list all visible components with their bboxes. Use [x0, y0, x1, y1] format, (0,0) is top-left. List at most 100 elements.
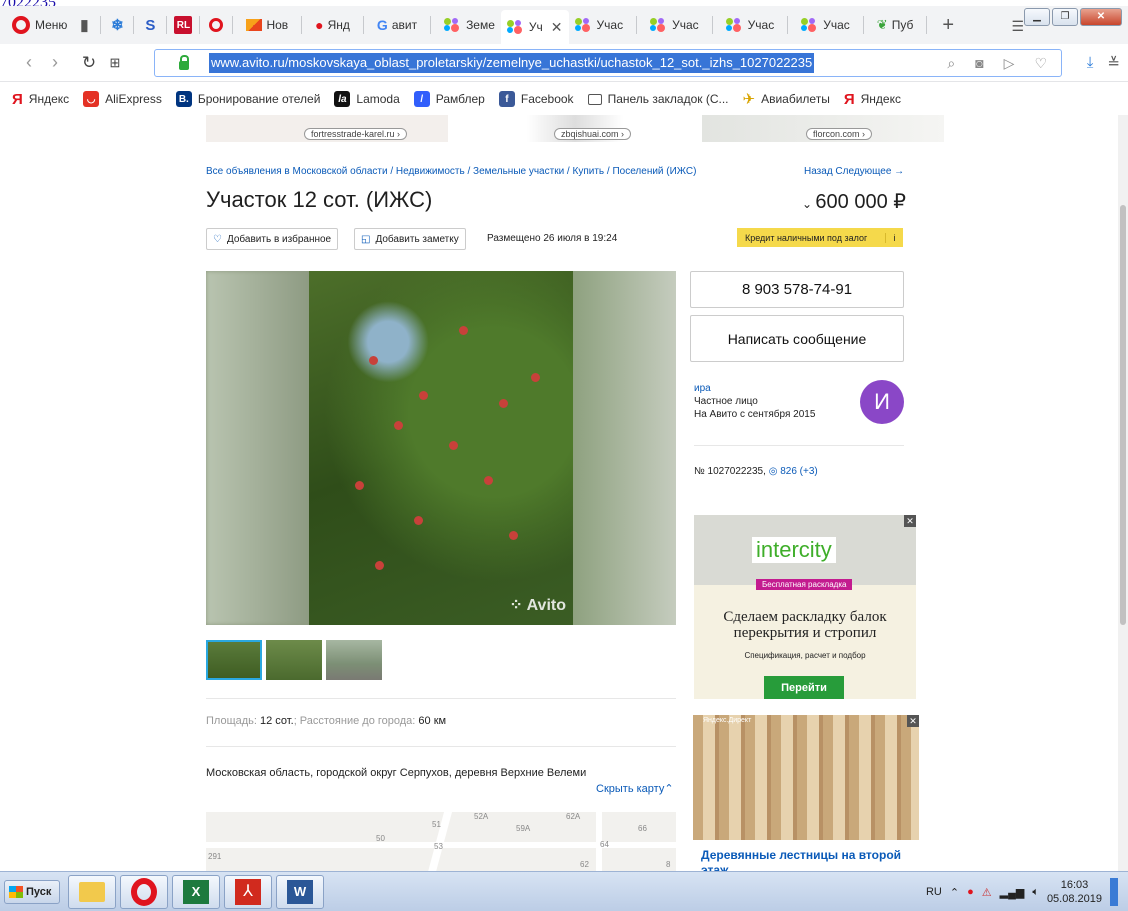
back-next-links[interactable]: Назад Следующее →	[804, 166, 904, 177]
ad-go-button[interactable]: Перейти	[764, 676, 844, 699]
easy-setup-icon[interactable]: ≚	[1107, 54, 1120, 72]
download-icon[interactable]: ⤓	[1087, 54, 1094, 72]
acrobat-taskbar-button[interactable]: ⅄	[224, 875, 272, 909]
volume-icon[interactable]: 🔈︎	[1032, 886, 1039, 899]
bookmark-yandex[interactable]: Я Яндекс	[12, 91, 69, 108]
snowflake-icon[interactable]: ❄	[108, 16, 126, 34]
address: Московская область, городской округ Серп…	[206, 767, 587, 779]
clock-date: 05.08.2019	[1046, 893, 1102, 905]
main-photo[interactable]: ⁘ Avito	[206, 271, 676, 625]
info-icon[interactable]: i	[885, 232, 903, 243]
close-tab-icon[interactable]: ✕	[551, 19, 563, 36]
close-window-button[interactable]: ✕	[1080, 8, 1122, 26]
ad-link[interactable]: florcon.com ›	[806, 128, 873, 140]
opera-taskbar-button[interactable]	[120, 875, 168, 909]
network-alert-icon[interactable]: ⚠	[982, 886, 992, 899]
tab-menu-icon[interactable]: ☰	[1011, 18, 1024, 35]
heart-icon[interactable]: ♡	[1034, 55, 1047, 72]
search-icon[interactable]: ⌕	[947, 55, 955, 72]
credit-banner[interactable]: Кредит наличными под залог i	[737, 228, 903, 247]
avito-icon: ⁘	[509, 597, 527, 614]
bookmark-facebook[interactable]: f Facebook	[498, 91, 574, 107]
bookmark-yandex-2[interactable]: Я Яндекс	[844, 91, 901, 108]
bookmark-booking[interactable]: B. Бронирование отелей	[175, 91, 320, 107]
thumbnail[interactable]	[266, 640, 322, 680]
price[interactable]: ⌄ 600 000 ₽	[802, 189, 906, 214]
scrollbar-thumb[interactable]	[1120, 205, 1126, 625]
close-ad-icon[interactable]: ✕	[904, 515, 916, 527]
tab-publication[interactable]: ❦ Пуб	[871, 10, 920, 40]
page-scrollbar[interactable]	[1118, 115, 1128, 871]
tab-label: Нов	[266, 18, 289, 32]
phone-button[interactable]: 8 903 578-74-91	[690, 271, 904, 308]
tab-yandex-maps[interactable]: ● Янд	[309, 10, 356, 40]
thumbnail[interactable]	[206, 640, 262, 680]
speed-dial-icon[interactable]: ⊞	[102, 55, 128, 71]
explorer-taskbar-button[interactable]	[68, 875, 116, 909]
excel-taskbar-button[interactable]: X	[172, 875, 220, 909]
tab-mail[interactable]: Нов	[240, 10, 294, 40]
web-page: fortresstrade-karel.ru › zbqishuai.com ›…	[0, 115, 1128, 871]
avatar[interactable]: И	[860, 380, 904, 424]
bookmark-avia[interactable]: ✈ Авиабилеты	[743, 90, 830, 108]
breadcrumb[interactable]: Все объявления в Московской области / Не…	[206, 166, 696, 177]
minimize-button[interactable]: ▁	[1024, 8, 1050, 26]
map[interactable]: 52А 51 59А 62А 66 50 53 64 291 62 8	[206, 812, 676, 871]
opera-menu-button[interactable]: Меню	[0, 10, 75, 40]
ad-link[interactable]: zbqishuai.com ›	[554, 128, 632, 140]
reload-icon[interactable]: ↻	[76, 53, 102, 73]
tab-avito-4[interactable]: Учас	[720, 10, 781, 40]
url-text[interactable]: www.avito.ru/moskovskaya_oblast_proletar…	[209, 53, 815, 73]
seller-name[interactable]: ира	[694, 382, 815, 395]
address-field[interactable]: www.avito.ru/moskovskaya_oblast_proletar…	[154, 49, 1062, 77]
ad-title[interactable]: Деревянные лестницы на второй этаж	[693, 840, 919, 871]
tab-avito-1[interactable]: Земе	[438, 10, 501, 40]
new-tab-button[interactable]: +	[934, 14, 962, 37]
s-logo-icon[interactable]: S	[141, 16, 159, 34]
forward-icon[interactable]: ›	[42, 52, 68, 73]
tab-avito-active[interactable]: Уч ✕	[500, 10, 569, 44]
views-count[interactable]: 826 (+3)	[780, 466, 818, 477]
plane-icon: ✈	[742, 91, 756, 108]
send-icon[interactable]: ▷	[1004, 55, 1015, 72]
ad-tile[interactable]: fortresstrade-karel.ru ›	[206, 115, 448, 142]
clock[interactable]: 16:03 05.08.2019	[1047, 878, 1102, 906]
close-ad-icon[interactable]: ✕	[907, 715, 919, 727]
camera-icon[interactable]: ◙	[975, 55, 983, 72]
opera-speeddial-icon[interactable]	[207, 16, 225, 34]
tray-expand-icon[interactable]: ⌃	[950, 886, 959, 899]
add-favorite-button[interactable]: ♡ Добавить в избранное	[206, 228, 339, 250]
tab-avito-2[interactable]: Учас	[569, 10, 630, 40]
bookmark-rambler[interactable]: / Рамблер	[413, 91, 485, 107]
tab-avito-3[interactable]: Учас	[644, 10, 705, 40]
maximize-button[interactable]: ❐	[1052, 8, 1078, 26]
folder-icon	[79, 882, 105, 902]
bookmark-lamoda[interactable]: la Lamoda	[334, 91, 400, 107]
tab-avito-5[interactable]: Учас	[795, 10, 856, 40]
rl-logo-icon[interactable]: RL	[174, 16, 193, 34]
signal-icon[interactable]: ▂▄▆	[1000, 886, 1025, 899]
stairs-ad[interactable]: Яндекс.Директ ✕ Деревянные лестницы на в…	[693, 715, 919, 871]
tab-google[interactable]: G авит	[371, 10, 423, 40]
hide-map-link[interactable]: Скрыть карту⌃	[596, 782, 674, 795]
map-label: 62	[580, 860, 589, 869]
yandex-icon: Я	[12, 90, 23, 108]
word-taskbar-button[interactable]: W	[276, 875, 324, 909]
opera-tray-icon[interactable]: ●	[967, 886, 974, 898]
ad-tile[interactable]: zbqishuai.com ›	[454, 115, 696, 142]
intercity-ad[interactable]: intercity Бесплатная раскладка Сделаем р…	[694, 515, 916, 699]
bookmark-aliexpress[interactable]: ◡ AliExpress	[83, 91, 162, 107]
language-indicator[interactable]: RU	[926, 886, 942, 898]
ad-tile[interactable]: florcon.com ›	[702, 115, 944, 142]
bookmark-label: Яндекс	[28, 92, 70, 106]
map-label: 8	[666, 860, 671, 869]
back-icon[interactable]: ‹	[16, 52, 42, 73]
file-icon[interactable]: ▮	[75, 16, 93, 34]
ad-link[interactable]: fortresstrade-karel.ru ›	[304, 128, 408, 140]
start-button[interactable]: Пуск	[4, 880, 60, 904]
thumbnail[interactable]	[326, 640, 382, 680]
show-desktop-button[interactable]	[1110, 878, 1118, 906]
add-note-button[interactable]: ◱ Добавить заметку	[354, 228, 466, 250]
write-message-button[interactable]: Написать сообщение	[690, 315, 904, 362]
bookmark-folder[interactable]: Панель закладок (С...	[587, 92, 729, 106]
